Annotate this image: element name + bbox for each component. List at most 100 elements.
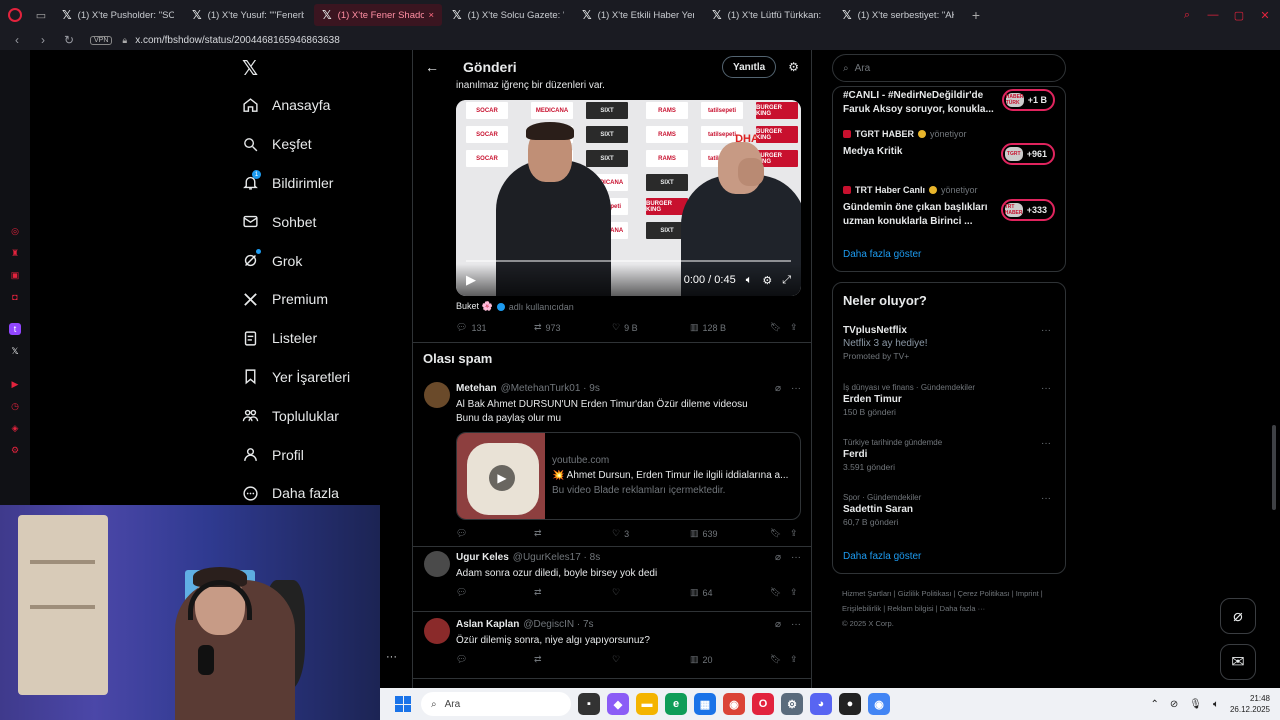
browser-tab[interactable]: 𝕏 (1) X'te Fener Shadow: "×	[314, 4, 442, 26]
grok-float-button[interactable]: ⌀	[1220, 598, 1256, 634]
avatar[interactable]	[424, 618, 450, 644]
live-space-item[interactable]: #CANLI - #NedirNeDeğildir'de Faruk Aksoy…	[843, 89, 1003, 117]
maximize-icon[interactable]: ▢	[1232, 8, 1246, 22]
trend-item[interactable]: Spor · Gündemdekiler Sadettin Saran 60,7 B…	[843, 493, 1057, 527]
reply-action[interactable]: 💬︎	[456, 654, 534, 665]
close-tab-icon[interactable]: ×	[428, 10, 434, 21]
trend-more-icon[interactable]: ···	[1041, 383, 1051, 394]
like-action[interactable]: ♡ 3	[612, 528, 690, 539]
browser-tab[interactable]: 𝕏 (1) X'te Lütfü Türkkan: "Bu	[704, 4, 832, 26]
reply-action[interactable]: 💬︎ 131	[456, 322, 534, 333]
show-more-trends-link[interactable]: Daha fazla göster	[843, 551, 921, 562]
grok-explain-icon[interactable]: ⌀	[775, 552, 781, 563]
bookmark-action-icon[interactable]: 🔖︎	[770, 322, 790, 333]
tweet-more-icon[interactable]: ···	[791, 383, 801, 394]
bookmark-action-icon[interactable]: 🔖︎	[770, 587, 790, 598]
reply-button[interactable]: Yanıtla	[721, 56, 777, 78]
tweet-author-name[interactable]: Ugur Keles	[456, 552, 509, 563]
filter-settings-icon[interactable]: ⚙	[788, 60, 799, 74]
play-icon[interactable]: ▶	[489, 465, 515, 491]
live-listener-pill[interactable]: TRT HABER +333	[1000, 199, 1055, 221]
nav-item-topluluklar[interactable]: Topluluklar	[232, 396, 402, 435]
obs-icon[interactable]: ●	[839, 693, 861, 715]
browser-tab[interactable]: 𝕏 (1) X'te Solcu Gazete: "İsm	[444, 4, 572, 26]
video-player[interactable]: SOCAR MEDICANA SIXT RAMS tatilsepeti BURGER K…	[456, 100, 801, 296]
repost-action[interactable]: ⇄	[534, 654, 612, 665]
trend-more-icon[interactable]: ···	[1041, 493, 1051, 504]
live-listener-pill[interactable]: TGRT +961	[1000, 143, 1055, 165]
repost-action[interactable]: ⇄ 973	[534, 322, 612, 333]
tweet-author-handle[interactable]: @UgurKeles17 · 8s	[513, 552, 600, 563]
live-space-item[interactable]: TGRT HABER yönetiyor Medya Kritik	[843, 129, 1003, 159]
reply-action[interactable]: 💬︎	[456, 528, 534, 539]
forward-nav-icon[interactable]: ›	[34, 33, 52, 47]
tweet[interactable]: Ugur Keles @UgurKeles17 · 8s ⌀ ··· Adam sonr…	[413, 547, 811, 612]
aria-icon[interactable]: ◎	[9, 225, 21, 237]
avatar[interactable]	[424, 382, 450, 408]
repost-action[interactable]: ⇄	[534, 587, 612, 598]
network-off-icon[interactable]: ⊘	[1170, 699, 1178, 710]
views-action[interactable]: ▥ 639	[690, 528, 770, 539]
share-icon[interactable]: ⇪	[790, 587, 798, 598]
tweet-author-name[interactable]: Metehan	[456, 383, 497, 394]
link-card[interactable]: ▶ youtube.com 💥 Ahmet Dursun, Erden Timur …	[456, 432, 801, 520]
back-arrow-icon[interactable]: ←	[425, 59, 439, 75]
player-icon[interactable]: ▶	[9, 378, 21, 390]
new-tab-plus-icon[interactable]: +	[966, 7, 986, 23]
live-source-name[interactable]: TRT Haber Canlı	[855, 185, 925, 195]
history-icon[interactable]: ◷	[9, 400, 21, 412]
footer-links-text[interactable]: Hizmet Şartları | Gizlilik Politikası | …	[842, 586, 1062, 616]
fullscreen-icon[interactable]: ⤢	[782, 274, 791, 287]
live-space-item[interactable]: TRT Haber Canlı yönetiyor Gündemin öne çık…	[843, 185, 1003, 229]
bookmark-action-icon[interactable]: 🔖︎	[770, 528, 790, 539]
chat-app-icon[interactable]: ▣	[9, 269, 21, 281]
nav-item-bildirimler[interactable]: 1 Bildirimler	[232, 164, 402, 203]
volume-icon[interactable]: 🔈︎	[746, 274, 753, 287]
nav-item-listeler[interactable]: Listeler	[232, 319, 402, 358]
page-scrollbar[interactable]	[1272, 425, 1276, 510]
messages-float-button[interactable]: ✉	[1220, 644, 1256, 680]
x-app-icon[interactable]: 𝕏	[9, 345, 21, 357]
tweet[interactable]: Metehan @MetehanTurk01 · 9s ⌀ ··· Al Bak Ahm…	[413, 378, 811, 548]
store-icon[interactable]: ▦	[694, 693, 716, 715]
minimize-icon[interactable]: —	[1206, 8, 1220, 22]
browser-tab[interactable]: 𝕏 (1) X'te serbestiyet: "AK Pa	[834, 4, 962, 26]
opera-logo-icon[interactable]	[0, 0, 30, 30]
nav-item-profil[interactable]: Profil	[232, 435, 402, 474]
tweet[interactable]: Aslan Kaplan @DegiscIN · 7s ⌀ ··· Özür dilem…	[413, 614, 811, 679]
like-action[interactable]: ♡ 9 B	[612, 322, 690, 333]
show-more-link[interactable]: Daha fazla göster	[843, 249, 921, 260]
browser-tab[interactable]: 𝕏 (1) X'te Pusholder: "SON D	[54, 4, 182, 26]
trend-more-icon[interactable]: ···	[1041, 325, 1051, 336]
play-icon[interactable]: ▶	[466, 272, 476, 288]
tweet-more-icon[interactable]: ···	[791, 552, 801, 563]
share-icon[interactable]: ⇪	[790, 654, 798, 665]
reload-icon[interactable]: ↻	[60, 33, 78, 47]
video-settings-icon[interactable]: ⚙	[762, 274, 772, 287]
x-logo-icon[interactable]: 𝕏	[232, 50, 402, 86]
search-tabs-icon[interactable]: ⌕	[1180, 8, 1194, 22]
browser-tab[interactable]: 𝕏 (1) X'te Etkili Haber Yeni S	[574, 4, 702, 26]
discord-icon[interactable]: ◕	[810, 693, 832, 715]
footer-links[interactable]: Hizmet Şartları | Gizlilik Politikası | …	[842, 586, 1062, 631]
nav-item-premium[interactable]: Premium	[232, 280, 402, 319]
settings-app-icon[interactable]: ⚙	[781, 693, 803, 715]
chrome-profile-icon[interactable]: ◉	[868, 693, 890, 715]
video-progress-bar[interactable]	[466, 260, 791, 262]
tweet-author-name[interactable]: Aslan Kaplan	[456, 619, 519, 630]
tweet-author-handle[interactable]: @MetehanTurk01 · 9s	[501, 383, 600, 394]
trend-more-icon[interactable]: ···	[1041, 438, 1051, 449]
views-action[interactable]: ▥ 128 B	[690, 322, 770, 333]
more-options-icon[interactable]: ···	[386, 651, 397, 663]
avatar[interactable]	[424, 551, 450, 577]
settings-icon[interactable]: ⚙	[9, 444, 21, 456]
twitch-icon[interactable]: t	[9, 323, 21, 335]
share-icon[interactable]: ⇪	[790, 528, 798, 539]
repost-action[interactable]: ⇄	[534, 528, 612, 539]
windows-start-icon[interactable]	[395, 696, 411, 712]
browser-tab[interactable]: 𝕏 (1) X'te Yusuf: ""Fenerbah	[184, 4, 312, 26]
vpn-badge[interactable]: VPN	[90, 35, 113, 45]
volume-tray-icon[interactable]: 🔈︎	[1213, 699, 1219, 710]
task-view-icon[interactable]: ▪	[578, 693, 600, 715]
trend-item[interactable]: TVplusNetflix Netflix 3 ay hediye! Promote…	[843, 325, 1057, 361]
